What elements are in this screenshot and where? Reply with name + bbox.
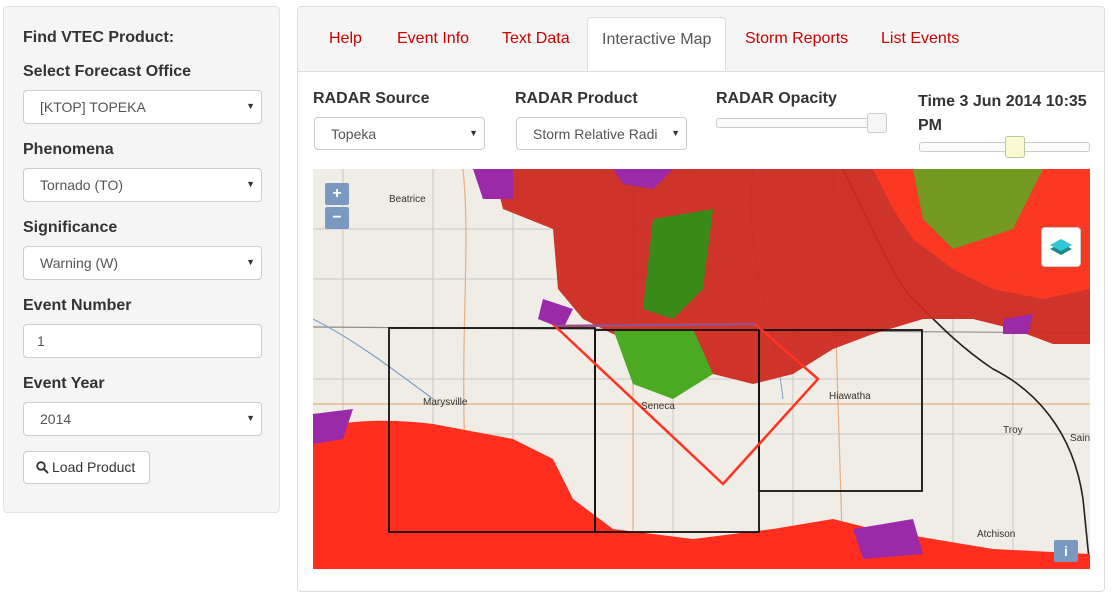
tab-storm-reports[interactable]: Storm Reports [745,30,848,48]
tab-help[interactable]: Help [329,30,362,48]
tab-text-data[interactable]: Text Data [502,30,570,48]
load-product-button[interactable]: Load Product [23,451,150,484]
radar-product-select[interactable]: Storm Relative Radi ▼ [516,117,687,150]
radar-source-label: RADAR Source [313,90,430,107]
city-label: Atchison [977,529,1016,540]
chevron-down-icon: ▼ [246,179,255,189]
significance-select[interactable]: Warning (W) ▼ [23,246,262,280]
load-product-label: Load Product [52,459,136,475]
chevron-down-icon: ▼ [469,128,478,138]
radar-product-value: Storm Relative Radi [533,126,658,142]
radar-opacity-handle[interactable] [867,113,887,133]
tab-event-info[interactable]: Event Info [397,30,469,48]
chevron-down-icon: ▼ [246,101,255,111]
layer-switcher-button[interactable] [1041,227,1081,267]
info-button[interactable]: i [1054,540,1078,562]
zoom-out-button[interactable]: − [325,207,349,229]
tab-bar: Help Event Info Text Data Interactive Ma… [298,7,1104,72]
event-year-select-value: 2014 [40,411,72,427]
city-label: Beatrice [389,194,426,205]
event-number-input[interactable]: 1 [23,324,262,358]
office-select[interactable]: [KTOP] TOPEKA ▼ [23,90,262,124]
phenomena-select[interactable]: Tornado (TO) ▼ [23,168,262,202]
zoom-in-button[interactable]: + [325,183,349,205]
event-year-select[interactable]: 2014 ▼ [23,402,262,436]
main-panel: Help Event Info Text Data Interactive Ma… [297,6,1105,592]
radar-source-value: Topeka [331,126,377,142]
chevron-down-icon: ▼ [246,413,255,423]
radar-product-label: RADAR Product [515,90,638,107]
significance-select-value: Warning (W) [40,255,119,271]
city-label: Hiawatha [829,391,871,402]
map-canvas [313,169,1090,569]
city-label: Seneca [641,401,675,412]
phenomena-label: Phenomena [23,141,114,158]
search-sidebar: Find VTEC Product: Select Forecast Offic… [3,6,280,513]
sidebar-title: Find VTEC Product: [23,29,175,46]
radar-opacity-slider[interactable] [716,118,887,128]
event-year-label: Event Year [23,375,105,392]
layers-icon [1050,239,1072,255]
radar-map[interactable]: Beatrice Marysville Seneca Hiawatha Troy… [313,169,1090,569]
office-select-value: [KTOP] TOPEKA [40,99,146,115]
radar-opacity-label: RADAR Opacity [716,90,837,107]
city-label: Marysville [423,397,468,408]
time-label: Time 3 Jun 2014 10:35 PM [918,93,1087,134]
search-icon [36,461,49,474]
city-label: Troy [1003,425,1023,436]
tab-list-events[interactable]: List Events [881,30,959,48]
phenomena-select-value: Tornado (TO) [40,177,123,193]
significance-label: Significance [23,219,118,236]
tab-interactive-map[interactable]: Interactive Map [587,17,727,71]
event-number-label: Event Number [23,297,132,314]
time-slider-handle[interactable] [1005,136,1026,158]
radar-source-select[interactable]: Topeka ▼ [314,117,485,150]
office-label: Select Forecast Office [23,63,192,80]
chevron-down-icon: ▼ [246,257,255,267]
city-label: Sain [1070,433,1090,444]
chevron-down-icon: ▼ [671,128,680,138]
